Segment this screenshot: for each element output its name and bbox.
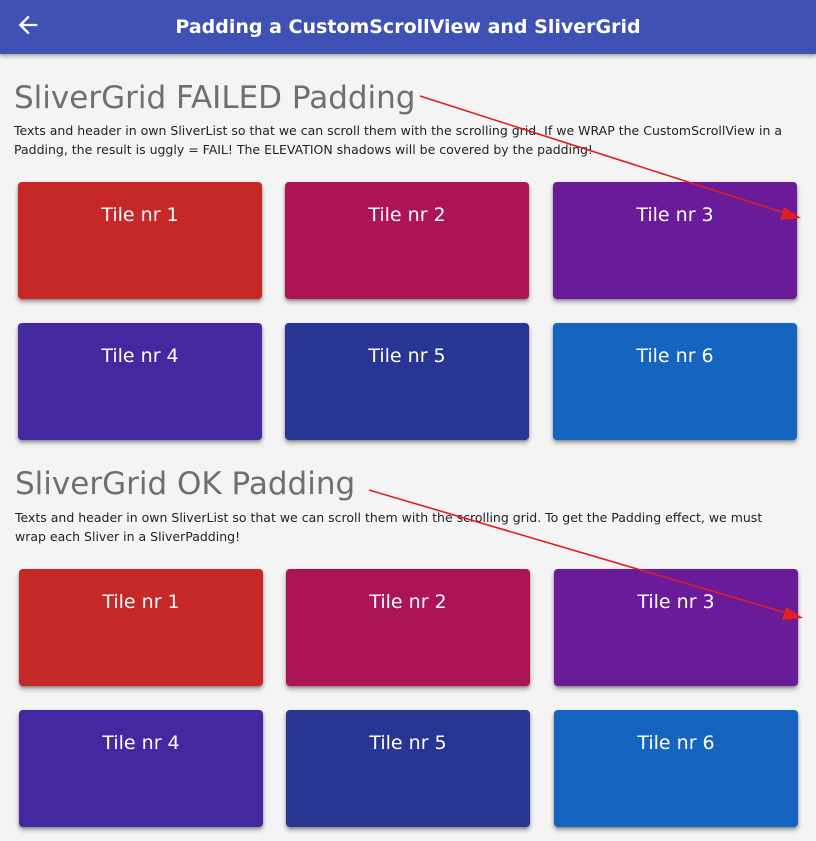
tile-label: Tile nr 1 [102,591,180,613]
tile-3[interactable]: Tile nr 3 [554,569,798,686]
tile-label: Tile nr 5 [368,345,446,367]
tile-label: Tile nr 6 [637,732,715,754]
tile-5[interactable]: Tile nr 5 [285,323,529,440]
tile-6[interactable]: Tile nr 6 [554,710,798,827]
tile-label: Tile nr 3 [636,204,714,226]
section-heading: SliverGrid OK Padding [15,466,356,502]
section-heading: SliverGrid FAILED Padding [14,80,416,116]
tile-label: Tile nr 3 [637,591,715,613]
tile-1[interactable]: Tile nr 1 [19,569,263,686]
tile-label: Tile nr 2 [369,591,447,613]
tile-label: Tile nr 4 [102,732,180,754]
section-description: Texts and header in own SliverList so th… [15,510,763,544]
tile-3[interactable]: Tile nr 3 [553,182,797,299]
tile-label: Tile nr 2 [368,204,446,226]
tile-2[interactable]: Tile nr 2 [285,182,529,299]
tile-label: Tile nr 4 [101,345,179,367]
app-bar: Padding a CustomScrollView and SliverGri… [0,0,816,54]
tile-4[interactable]: Tile nr 4 [18,323,262,440]
tile-6[interactable]: Tile nr 6 [553,323,797,440]
tile-label: Tile nr 1 [101,204,179,226]
tile-1[interactable]: Tile nr 1 [18,182,262,299]
page-title: Padding a CustomScrollView and SliverGri… [175,16,641,38]
tile-label: Tile nr 5 [369,732,447,754]
tile-4[interactable]: Tile nr 4 [19,710,263,827]
tile-2[interactable]: Tile nr 2 [286,569,530,686]
tile-5[interactable]: Tile nr 5 [286,710,530,827]
section-description: Texts and header in own SliverList so th… [14,123,783,157]
tile-label: Tile nr 6 [636,345,714,367]
